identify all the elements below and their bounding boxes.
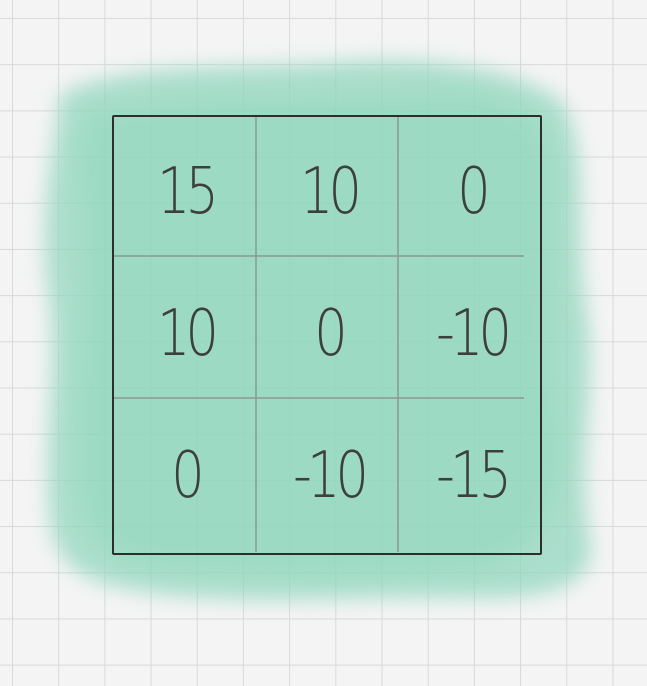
matrix-cell-r1-c2: 10 — [300, 155, 362, 229]
matrix-cell-r2-c3: -10 — [436, 297, 512, 371]
matrix-cell-r3-c1: 0 — [171, 439, 204, 513]
matrix-cell-r1-c1: 15 — [157, 155, 219, 229]
matrix-cell-r2-c1: 10 — [157, 297, 219, 371]
grid-divider-vertical — [397, 117, 399, 552]
matrix-cell-r1-c3: 0 — [457, 155, 490, 229]
matrix-cell-r3-c3: -15 — [436, 439, 512, 513]
matrix-cell-r3-c2: -10 — [293, 439, 369, 513]
matrix-grid: 15 10 0 10 0 -10 0 -10 -15 — [112, 115, 542, 555]
grid-divider-vertical — [255, 117, 257, 552]
matrix-cell-r2-c2: 0 — [314, 297, 347, 371]
